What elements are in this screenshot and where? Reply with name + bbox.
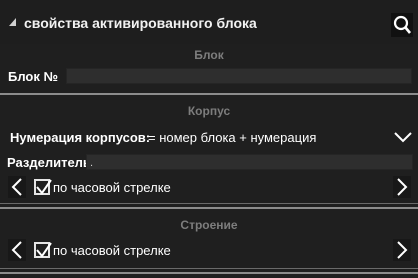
chevron-down-icon[interactable] [393, 130, 413, 144]
checkmark-icon [36, 179, 52, 195]
checkmark-icon [36, 242, 52, 258]
separator-line [0, 93, 418, 95]
search-icon [393, 15, 412, 34]
body-prev-button[interactable] [8, 176, 26, 198]
triangle-collapse-icon[interactable] [7, 15, 19, 29]
building-direction-checkbox[interactable] [34, 242, 52, 258]
body-direction-label: по часовой стрелке [53, 180, 171, 195]
separator-line [0, 207, 418, 209]
separator-input[interactable]: . [86, 154, 413, 170]
section-title-body: Корпус [187, 104, 231, 118]
numbering-label: Нумерация корпусов: [10, 130, 151, 145]
separator-line [0, 272, 418, 274]
properties-panel: свойства активированного блока Блок Блок… [0, 0, 418, 278]
section-title-block: Блок [194, 48, 224, 62]
chevron-right-icon [397, 241, 408, 259]
block-number-label: Блок № [8, 69, 58, 84]
building-direction-label: по часовой стрелке [53, 243, 171, 258]
chevron-left-icon [11, 241, 22, 259]
panel-header[interactable]: свойства активированного блока [0, 0, 418, 44]
panel-title: свойства активированного блока [24, 15, 257, 31]
numbering-select[interactable]: = номер блока + нумерация [148, 130, 316, 145]
separator-label: Разделитель [7, 155, 91, 170]
chevron-left-icon [11, 178, 22, 196]
section-title-building: Строение [180, 218, 238, 232]
building-prev-button[interactable] [8, 239, 26, 261]
building-next-button[interactable] [393, 239, 411, 261]
separator-line [0, 268, 418, 269]
body-direction-checkbox[interactable] [34, 179, 52, 195]
separator-line [0, 203, 418, 204]
block-number-input[interactable] [66, 68, 412, 84]
search-button[interactable] [391, 13, 413, 37]
body-next-button[interactable] [393, 176, 411, 198]
chevron-right-icon [397, 178, 408, 196]
